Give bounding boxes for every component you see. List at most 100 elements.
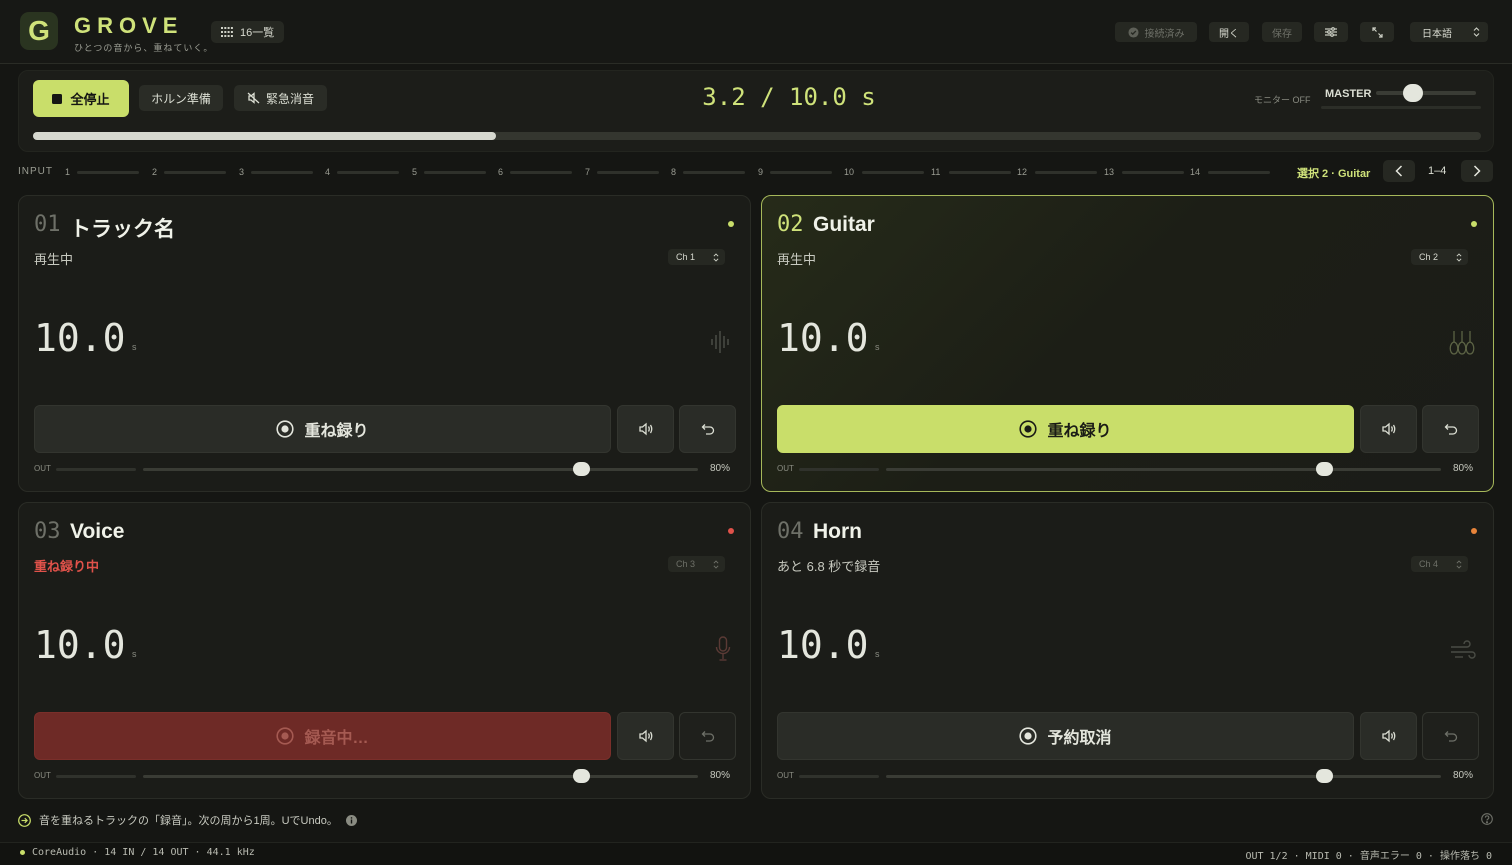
recording-button[interactable]: 録音中…: [34, 712, 611, 760]
input-channel-9[interactable]: 9: [758, 166, 832, 178]
loop-progress-bar[interactable]: [33, 132, 1481, 140]
prev-page-button[interactable]: [1383, 160, 1415, 182]
track-volume-slider[interactable]: [886, 468, 1441, 471]
track-card-03[interactable]: 03 Voice 重ね録り中 Ch 3 10.0 s 録音中… OUT 80%: [18, 502, 751, 799]
record-icon: [276, 727, 295, 745]
track-volume-knob[interactable]: [573, 769, 590, 783]
hint-bar: 音を重ねるトラックの「録音」。次の周から1周。UでUndo。: [18, 812, 357, 828]
input-level-meter: [949, 170, 1011, 174]
save-button[interactable]: 保存: [1262, 22, 1302, 42]
track-volume-knob[interactable]: [1316, 769, 1333, 783]
channel-select[interactable]: Ch 4: [1411, 556, 1468, 572]
undo-icon: [1444, 730, 1458, 743]
chevron-right-icon: [1473, 165, 1481, 177]
grid-view-button[interactable]: 16一覧: [211, 21, 285, 43]
input-channel-number: 12: [1017, 167, 1028, 177]
app-header: G GROVE ひとつの音から、重ねていく。 16一覧 接続済み 開く 保存 日…: [0, 0, 1512, 64]
undo-button[interactable]: [679, 405, 736, 453]
input-channel-12[interactable]: 12: [1017, 166, 1097, 178]
next-page-button[interactable]: [1461, 160, 1493, 182]
input-channel-13[interactable]: 13: [1104, 166, 1184, 178]
input-level-meter: [1208, 170, 1270, 174]
track-volume-slider[interactable]: [143, 468, 698, 471]
info-icon[interactable]: [345, 814, 357, 826]
cancel-reservation-label: 予約取消: [1047, 730, 1112, 747]
cancel-reservation-button[interactable]: 予約取消: [777, 712, 1354, 760]
input-channel-number: 5: [412, 167, 418, 177]
mute-button[interactable]: [617, 405, 674, 453]
stop-all-button[interactable]: 全停止: [33, 80, 129, 117]
channel-select[interactable]: Ch 1: [668, 249, 725, 265]
track-loop-unit: s: [132, 649, 137, 659]
channel-value: Ch 2: [1419, 252, 1439, 262]
undo-icon: [701, 730, 715, 743]
monitor-toggle[interactable]: モニター OFF: [1254, 93, 1311, 106]
open-button[interactable]: 開く: [1209, 22, 1249, 42]
track-card-04[interactable]: 04 Horn あと 6.8 秒で録音 Ch 4 10.0 s 予約取消 OUT…: [761, 502, 1494, 799]
undo-button[interactable]: [1422, 405, 1479, 453]
track-loop-unit: s: [132, 342, 137, 352]
input-channel-5[interactable]: 5: [412, 166, 486, 178]
audio-device-status: CoreAudio · 14 IN / 14 OUT · 44.1 kHz: [20, 847, 255, 858]
fullscreen-button[interactable]: [1360, 22, 1394, 42]
master-volume-knob[interactable]: [1403, 84, 1423, 102]
track-volume-slider[interactable]: [886, 775, 1441, 778]
input-channel-6[interactable]: 6: [498, 166, 572, 178]
out-label: OUT: [34, 464, 51, 473]
track-name[interactable]: Voice: [70, 520, 124, 544]
input-channel-11[interactable]: 11: [931, 166, 1011, 178]
input-channel-number: 10: [844, 167, 855, 177]
input-channel-8[interactable]: 8: [671, 166, 745, 178]
wind-icon: [1450, 640, 1476, 660]
settings-button[interactable]: [1314, 22, 1348, 42]
input-channel-1[interactable]: 1: [65, 166, 139, 178]
track-name[interactable]: Guitar: [813, 213, 875, 237]
mute-button[interactable]: [617, 712, 674, 760]
master-level-meter: [1321, 106, 1481, 109]
channel-select[interactable]: Ch 3: [668, 556, 725, 572]
undo-button[interactable]: [1422, 712, 1479, 760]
track-name[interactable]: Horn: [813, 520, 862, 544]
mute-button[interactable]: [1360, 405, 1417, 453]
track-name[interactable]: トラック名: [70, 213, 175, 243]
speaker-icon: [638, 422, 654, 436]
channel-select[interactable]: Ch 2: [1411, 249, 1468, 265]
undo-button[interactable]: [679, 712, 736, 760]
speaker-icon: [1381, 422, 1397, 436]
mute-button[interactable]: [1360, 712, 1417, 760]
input-level-meter: [424, 170, 486, 174]
emergency-mute-button[interactable]: 緊急消音: [234, 85, 327, 111]
transport-panel: 全停止 ホルン準備 緊急消音 3.2 / 10.0 s モニター OFF MAS…: [18, 70, 1494, 152]
record-icon: [1019, 420, 1038, 438]
overdub-button[interactable]: 重ね録り: [34, 405, 611, 453]
input-channel-number: 2: [152, 167, 158, 177]
input-channel-7[interactable]: 7: [585, 166, 659, 178]
page-range: 1–4: [1428, 165, 1447, 177]
track-volume-knob[interactable]: [1316, 462, 1333, 476]
speaker-muted-icon: [247, 92, 260, 104]
track-volume-knob[interactable]: [573, 462, 590, 476]
input-channel-14[interactable]: 14: [1190, 166, 1270, 178]
input-channel-3[interactable]: 3: [239, 166, 313, 178]
overdub-button[interactable]: 重ね録り: [777, 405, 1354, 453]
channel-value: Ch 3: [676, 559, 696, 569]
input-level-meter: [164, 170, 226, 174]
stop-all-label: 全停止: [70, 92, 110, 107]
input-channel-10[interactable]: 10: [844, 166, 924, 178]
undo-icon: [701, 423, 715, 436]
loop-progress-fill: [33, 132, 497, 140]
input-channel-2[interactable]: 2: [152, 166, 226, 178]
input-channel-4[interactable]: 4: [325, 166, 399, 178]
track-card-01[interactable]: 01 トラック名 再生中 Ch 1 10.0 s 重ね録り OUT 80%: [18, 195, 751, 492]
master-volume-slider[interactable]: [1376, 91, 1476, 95]
channel-value: Ch 4: [1419, 559, 1439, 569]
track-card-02[interactable]: 02 Guitar 再生中 Ch 2 10.0 s 重ね録り OUT 80%: [761, 195, 1494, 492]
help-icon[interactable]: [1481, 813, 1493, 825]
language-select[interactable]: 日本語: [1410, 22, 1488, 42]
microphone-icon: [715, 636, 731, 662]
app-logo[interactable]: G: [20, 12, 58, 50]
track-volume-slider[interactable]: [143, 775, 698, 778]
grid-view-label: 16一覧: [240, 27, 275, 39]
out-label: OUT: [777, 771, 794, 780]
horn-prep-button[interactable]: ホルン準備: [139, 85, 223, 111]
